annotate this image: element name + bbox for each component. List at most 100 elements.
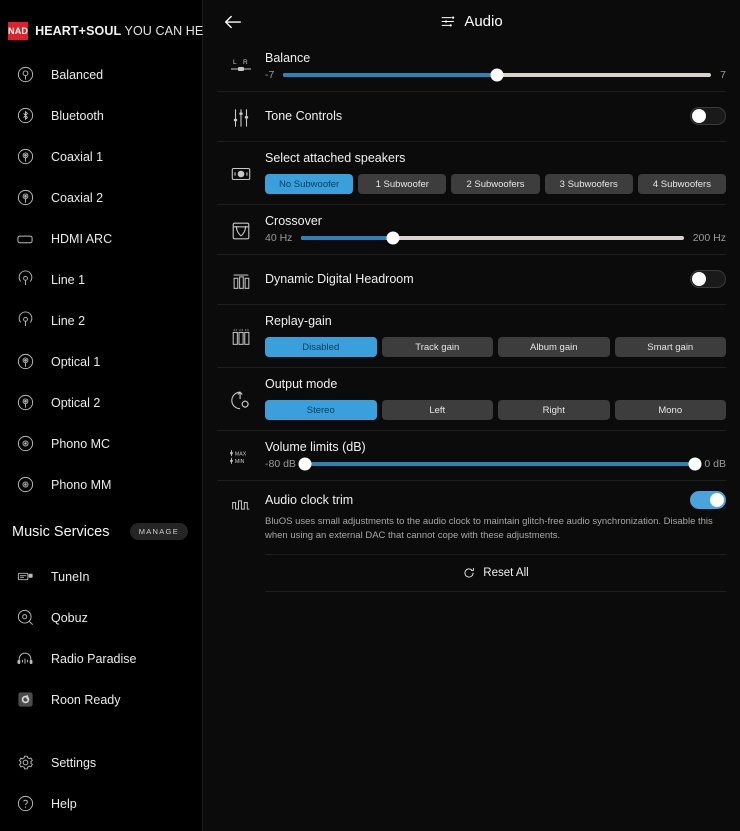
volume-limits-min-thumb[interactable]: [298, 457, 312, 471]
replay-gain-option-3[interactable]: Smart gain: [614, 337, 726, 357]
sidebar-item-label: Phono MM: [51, 477, 112, 492]
coaxial-icon: [8, 140, 42, 174]
sidebar-item-label: Line 1: [51, 272, 86, 287]
left-right-balance-icon: L R: [217, 42, 265, 91]
sidebar-item-coaxial-1[interactable]: Coaxial 1: [0, 136, 202, 177]
qobuz-icon: [8, 601, 42, 635]
optical-icon: [8, 386, 42, 420]
help-icon: [8, 787, 42, 821]
replay-gain-segmented-control[interactable]: Disabled Track gain Album gain Smart gain: [265, 337, 726, 357]
audio-clock-trim-description: BluOS uses small adjustments to the audi…: [265, 516, 713, 542]
sidebar-item-roon-ready[interactable]: Roon Ready: [0, 679, 202, 720]
sidebar-item-label: Bluetooth: [51, 108, 104, 123]
reset-all-button[interactable]: Reset All: [265, 553, 726, 592]
balance-thumb[interactable]: [490, 68, 504, 82]
headroom-label: Dynamic Digital Headroom: [265, 272, 414, 286]
audio-clock-trim-label: Audio clock trim: [265, 493, 354, 507]
speakers-option-0[interactable]: No Subwoofer: [265, 174, 354, 194]
volume-limits-slider[interactable]: -80 dB 0 dB: [265, 457, 726, 471]
music-services-title: Music Services: [12, 523, 110, 540]
phono-icon: [8, 468, 42, 502]
sidebar-item-label: Phono MC: [51, 436, 111, 451]
sidebar-item-line-2[interactable]: Line 2: [0, 300, 202, 341]
brand-tagline-bold: HEART+SOUL: [35, 24, 122, 38]
music-services-list: TuneIn Qobuz Radio Paradise Roon Ready: [0, 556, 202, 720]
line-input-icon: [8, 263, 42, 297]
headroom-bars-icon: [217, 255, 265, 304]
sidebar-item-label: Coaxial 1: [51, 149, 104, 164]
output-mode-option-1[interactable]: Left: [381, 400, 493, 420]
sidebar-item-settings[interactable]: Settings: [0, 742, 202, 783]
volume-limits-label: Volume limits (dB): [265, 440, 366, 454]
replay-gain-option-2[interactable]: Album gain: [498, 337, 610, 357]
sidebar-item-hdmi-arc[interactable]: HDMI ARC: [0, 218, 202, 259]
sidebar-item-phono-mc[interactable]: Phono MC: [0, 423, 202, 464]
audio-clock-trim-toggle[interactable]: [690, 491, 726, 509]
sidebar-item-label: Help: [51, 796, 77, 811]
gear-icon: [8, 746, 42, 780]
app-root: NAD HEART+SOUL YOU CAN HEAR Balanced Blu…: [0, 0, 740, 831]
tone-controls-toggle[interactable]: [690, 107, 726, 125]
volume-limits-max-thumb[interactable]: [688, 457, 702, 471]
radio-paradise-icon: [8, 642, 42, 676]
sidebar-item-label: Balanced: [51, 67, 104, 82]
volume-limits-track[interactable]: [298, 457, 702, 471]
page-title-text: Audio: [464, 12, 503, 30]
output-mode-segmented-control[interactable]: Stereo Left Right Mono: [265, 400, 726, 420]
coaxial-icon: [8, 181, 42, 215]
replay-gain-option-1[interactable]: Track gain: [381, 337, 493, 357]
crossover-track[interactable]: [301, 231, 684, 245]
speakers-option-1[interactable]: 1 Subwoofer: [358, 174, 447, 194]
balance-track[interactable]: [283, 68, 712, 82]
sidebar-item-balanced[interactable]: Balanced: [0, 54, 202, 95]
output-mode-option-2[interactable]: Right: [498, 400, 610, 420]
svg-text:MIN: MIN: [235, 459, 245, 465]
balance-fill: [283, 73, 498, 77]
sidebar-item-optical-1[interactable]: Optical 1: [0, 341, 202, 382]
sidebar-item-optical-2[interactable]: Optical 2: [0, 382, 202, 423]
sidebar-item-help[interactable]: Help: [0, 783, 202, 824]
sidebar-item-label: Optical 2: [51, 395, 101, 410]
svg-text:R: R: [243, 59, 248, 66]
tone-controls-row: Tone Controls: [217, 91, 726, 141]
crossover-curve-icon: [217, 205, 265, 254]
output-mode-option-3[interactable]: Mono: [614, 400, 726, 420]
reset-all-label: Reset All: [483, 566, 529, 579]
sidebar-item-line-1[interactable]: Line 1: [0, 259, 202, 300]
toggle-knob: [692, 272, 706, 286]
replay-gain-option-0[interactable]: Disabled: [265, 337, 377, 357]
manage-services-button[interactable]: MANAGE: [129, 523, 188, 540]
toggle-knob: [710, 493, 724, 507]
replay-gain-label: Replay-gain: [265, 314, 332, 328]
crossover-slider[interactable]: 40 Hz 200 Hz: [265, 231, 726, 245]
balance-slider[interactable]: -7 7: [265, 68, 726, 82]
output-mode-body: Output mode Stereo Left Right Mono: [265, 368, 726, 430]
headroom-toggle[interactable]: [690, 270, 726, 288]
volume-limits-fill: [304, 462, 696, 466]
output-mode-label: Output mode: [265, 377, 338, 391]
sidebar-item-tunein[interactable]: TuneIn: [0, 556, 202, 597]
crossover-thumb[interactable]: [386, 231, 400, 245]
max-min-icon: MAX MIN: [217, 431, 265, 480]
toggle-knob: [692, 109, 706, 123]
speakers-option-2[interactable]: 2 Subwoofers: [451, 174, 540, 194]
volume-limits-body: Volume limits (dB) -80 dB 0 dB: [265, 431, 726, 480]
replay-gain-body: Replay-gain Disabled Track gain Album gain…: [265, 305, 726, 367]
speakers-option-3[interactable]: 3 Subwoofers: [544, 174, 633, 194]
reset-icon: [462, 566, 476, 580]
sidebar-item-coaxial-2[interactable]: Coaxial 2: [0, 177, 202, 218]
sidebar-item-radio-paradise[interactable]: Radio Paradise: [0, 638, 202, 679]
back-arrow-icon[interactable]: [219, 8, 247, 36]
output-mode-option-0[interactable]: Stereo: [265, 400, 377, 420]
page-title: Audio: [203, 13, 740, 30]
sidebar-item-phono-mm[interactable]: Phono MM: [0, 464, 202, 505]
sidebar-item-label: Line 2: [51, 313, 86, 328]
sidebar-item-bluetooth[interactable]: Bluetooth: [0, 95, 202, 136]
output-mode-row: Output mode Stereo Left Right Mono: [217, 367, 726, 430]
brand-tagline: HEART+SOUL YOU CAN HEAR: [35, 24, 221, 38]
audio-clock-trim-body: Audio clock trim BluOS uses small adjust…: [265, 481, 726, 554]
speakers-option-4[interactable]: 4 Subwoofers: [637, 174, 727, 194]
speakers-segmented-control[interactable]: No Subwoofer 1 Subwoofer 2 Subwoofers 3 Sub…: [265, 174, 727, 194]
balance-max-label: 7: [720, 69, 726, 81]
sidebar-item-qobuz[interactable]: Qobuz: [0, 597, 202, 638]
